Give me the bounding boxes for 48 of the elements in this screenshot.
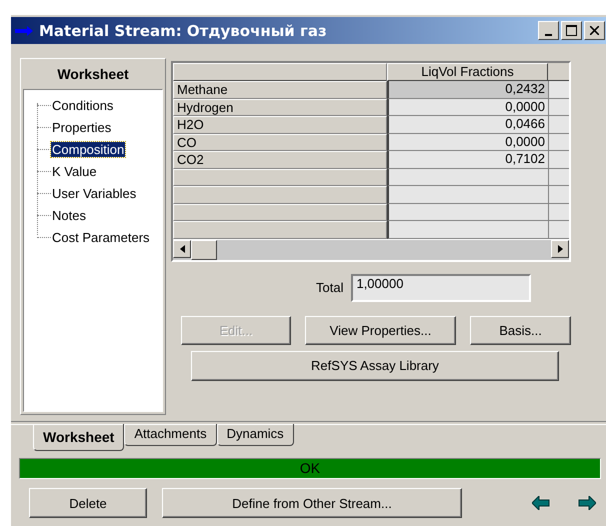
fraction-cell[interactable]: 0,2432 <box>387 81 548 98</box>
scrollbar-thumb[interactable] <box>191 240 217 260</box>
window-title: Material Stream: Отдувочный газ <box>39 22 328 40</box>
total-field[interactable]: 1,00000 <box>351 274 532 302</box>
tree-item[interactable]: Cost Parameters <box>51 230 151 244</box>
action-button[interactable]: Basis... <box>470 316 571 344</box>
right-arrow-icon <box>558 244 562 252</box>
status-bar: OK <box>19 458 601 479</box>
sidebar-title: Worksheet <box>56 65 130 84</box>
maximize-button[interactable] <box>561 21 582 40</box>
fraction-cell[interactable]: 0,7102 <box>387 151 548 168</box>
assay-library-button[interactable]: RefSYS Assay Library <box>191 350 559 380</box>
footer-button[interactable]: Delete <box>29 488 147 518</box>
fraction-cell[interactable]: 0,0000 <box>387 98 548 116</box>
component-name: CO <box>173 134 387 151</box>
maximize-icon <box>566 25 577 36</box>
action-button[interactable]: View Properties... <box>305 316 456 344</box>
column-header[interactable]: LiqVol Fractions <box>387 63 548 81</box>
component-name: CO2 <box>173 151 387 168</box>
tree-item[interactable]: Notes <box>51 208 87 222</box>
tab[interactable]: Attachments <box>124 424 217 446</box>
component-name: Hydrogen <box>173 98 387 116</box>
footer-button[interactable]: Define from Other Stream... <box>162 488 462 518</box>
tree-item[interactable]: Properties <box>51 120 112 134</box>
fraction-cell[interactable]: 0,0000 <box>387 134 548 151</box>
tree-item[interactable]: Composition <box>51 142 126 156</box>
horizontal-scrollbar[interactable] <box>173 238 569 260</box>
fraction-cell[interactable] <box>387 204 548 221</box>
fraction-cell[interactable] <box>387 168 548 186</box>
tree-item[interactable]: Conditions <box>51 98 114 112</box>
tab[interactable]: Worksheet <box>33 424 124 451</box>
close-button[interactable] <box>584 21 605 40</box>
right-arrow-icon[interactable] <box>578 496 596 510</box>
fraction-cell[interactable] <box>387 221 548 238</box>
tab[interactable]: Dynamics <box>216 424 294 446</box>
left-arrow-icon <box>180 244 184 252</box>
arrow-icon <box>15 26 33 36</box>
fraction-cell[interactable] <box>387 186 548 204</box>
fraction-cell[interactable]: 0,0466 <box>387 116 548 134</box>
tree-item[interactable]: User Variables <box>51 186 138 200</box>
component-name: Methane <box>173 81 387 98</box>
close-icon <box>590 26 599 35</box>
total-label: Total <box>316 280 344 295</box>
minimize-icon <box>545 34 552 36</box>
component-name: H2O <box>173 116 387 134</box>
minimize-button[interactable] <box>538 21 559 40</box>
tree-item[interactable]: K Value <box>51 164 98 178</box>
left-arrow-icon[interactable] <box>532 496 550 510</box>
